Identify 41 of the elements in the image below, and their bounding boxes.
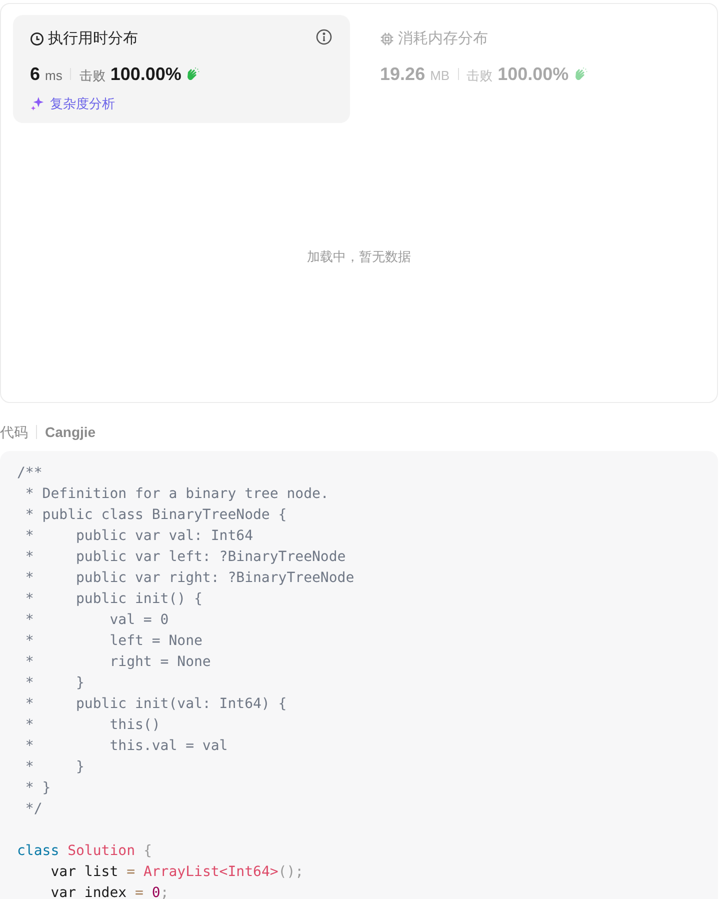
stat-unit: ms bbox=[45, 66, 62, 84]
empty-chart-message: 加载中，暂无数据 bbox=[307, 248, 411, 266]
sparkle-icon bbox=[30, 96, 45, 111]
complexity-analysis-link[interactable]: 复杂度分析 bbox=[50, 94, 115, 113]
info-icon[interactable] bbox=[316, 29, 332, 45]
code-line: * this.val = val bbox=[24, 737, 229, 756]
code-line: * public init() { bbox=[24, 590, 204, 609]
clapping-hands-icon bbox=[185, 66, 202, 82]
stat-value: 6 bbox=[30, 62, 40, 86]
beats-label: 击败 bbox=[79, 66, 106, 84]
code-line: var index = 0; bbox=[50, 884, 170, 899]
code-line: */ bbox=[24, 800, 44, 819]
card-title: 执行用时分布 bbox=[48, 29, 138, 49]
code-line: * } bbox=[24, 779, 52, 798]
clock-icon bbox=[30, 32, 44, 46]
beats-label: 击败 bbox=[466, 66, 493, 84]
code-line: * } bbox=[24, 758, 86, 777]
clapping-hands-icon bbox=[572, 66, 589, 82]
code-line: * right = None bbox=[24, 653, 212, 672]
code-line: * public class BinaryTreeNode { bbox=[24, 506, 288, 525]
stat-unit: MB bbox=[430, 66, 450, 84]
chip-icon bbox=[380, 32, 394, 46]
code-line: * public init(val: Int64) { bbox=[24, 695, 288, 714]
code-line: class Solution { bbox=[17, 842, 153, 861]
code-line: * val = 0 bbox=[24, 611, 170, 630]
beats-percent: 100.00% bbox=[110, 62, 182, 86]
card-title: 消耗内存分布 bbox=[398, 29, 488, 49]
beats-percent: 100.00% bbox=[498, 62, 569, 86]
stats-card[interactable]: 执行用时分布 6 ms 击败 100.00% 复杂度分析 bbox=[13, 15, 350, 123]
code-line: * public var val: Int64 bbox=[24, 527, 254, 546]
code-line: * public var left: ?BinaryTreeNode bbox=[24, 548, 347, 567]
code-label: 代码 bbox=[0, 422, 28, 442]
stat-value: 19.26 bbox=[380, 62, 426, 86]
code-line: * this() bbox=[24, 716, 162, 735]
code-line: * left = None bbox=[24, 632, 204, 651]
code-line: * Definition for a binary tree node. bbox=[24, 485, 330, 504]
code-line: * } bbox=[24, 674, 86, 693]
code-line: /** bbox=[17, 464, 44, 483]
code-line: * public var right: ?BinaryTreeNode bbox=[24, 569, 356, 588]
code-line: var list = ArrayList<Int64>(); bbox=[50, 863, 305, 882]
language-label: Cangjie bbox=[45, 422, 96, 442]
